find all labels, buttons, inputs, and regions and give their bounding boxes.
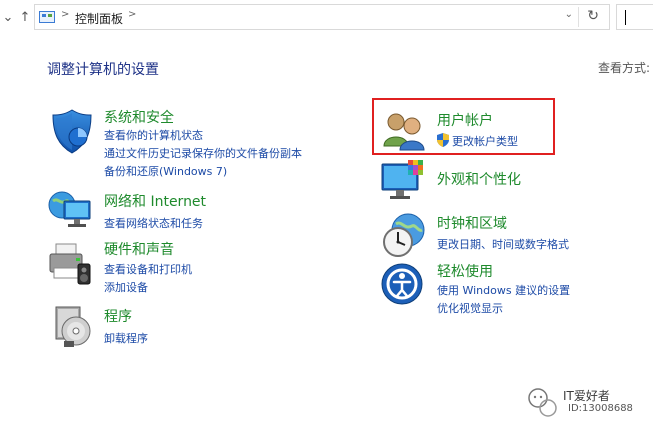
link-optimize-visual-display[interactable]: 优化视觉显示 <box>437 300 503 316</box>
recent-locations-button[interactable]: ⌄ <box>0 9 16 25</box>
category-hardware-sound-title[interactable]: 硬件和声音 <box>104 239 174 259</box>
up-button[interactable]: ↑ <box>17 9 33 25</box>
control-panel-icon <box>39 11 55 23</box>
network-globe-icon[interactable] <box>46 187 94 235</box>
link-file-history-backup[interactable]: 通过文件历史记录保存你的文件备份副本 <box>104 145 302 161</box>
address-field[interactable]: > 控制面板 > ⌄ ↻ <box>34 4 610 30</box>
refresh-icon[interactable]: ↻ <box>587 8 599 24</box>
divider <box>578 7 579 27</box>
watermark-logo-icon <box>528 388 557 417</box>
link-view-devices-printers[interactable]: 查看设备和打印机 <box>104 261 192 277</box>
appearance-monitor-icon[interactable] <box>380 158 428 206</box>
address-bar: ⌄ ↑ > 控制面板 > ⌄ ↻ <box>0 0 653 36</box>
link-view-computer-status[interactable]: 查看你的计算机状态 <box>104 127 203 143</box>
page-title: 调整计算机的设置 <box>47 62 159 78</box>
text-caret <box>625 10 626 25</box>
link-view-network-status[interactable]: 查看网络状态和任务 <box>104 215 203 231</box>
breadcrumb-control-panel[interactable]: 控制面板 <box>75 10 123 27</box>
chevron-down-icon: ⌄ <box>2 9 14 25</box>
shield-icon[interactable] <box>48 107 96 155</box>
category-user-accounts-title[interactable]: 用户帐户 <box>437 110 493 130</box>
address-history-chevron-icon[interactable]: ⌄ <box>565 9 573 20</box>
category-system-security-title[interactable]: 系统和安全 <box>104 107 174 127</box>
view-by-label: 查看方式: <box>598 61 651 75</box>
watermark-name: IT爱好者 <box>563 389 610 403</box>
printer-icon[interactable] <box>46 240 94 288</box>
category-network-internet-title[interactable]: 网络和 Internet <box>104 191 206 211</box>
watermark-id: ID:13008688 <box>568 403 633 414</box>
search-input[interactable] <box>616 4 653 30</box>
category-programs-title[interactable]: 程序 <box>104 306 132 326</box>
programs-disc-icon[interactable] <box>52 303 100 351</box>
link-add-device[interactable]: 添加设备 <box>104 279 148 295</box>
link-uninstall-program[interactable]: 卸载程序 <box>104 330 148 346</box>
breadcrumb-separator[interactable]: > <box>61 9 69 20</box>
link-change-account-type[interactable]: 更改帐户类型 <box>452 133 518 149</box>
clock-globe-icon[interactable] <box>380 210 428 258</box>
category-clock-region-title[interactable]: 时钟和区域 <box>437 213 507 233</box>
user-accounts-icon[interactable] <box>380 106 428 154</box>
ease-of-access-icon[interactable] <box>380 262 428 310</box>
uac-shield-icon <box>437 133 449 147</box>
breadcrumb-separator[interactable]: > <box>128 9 136 20</box>
category-appearance-title[interactable]: 外观和个性化 <box>437 169 521 189</box>
link-backup-restore[interactable]: 备份和还原(Windows 7) <box>104 163 227 179</box>
category-ease-of-access-title[interactable]: 轻松使用 <box>437 261 493 281</box>
arrow-up-icon: ↑ <box>19 9 31 25</box>
link-change-date-time-format[interactable]: 更改日期、时间或数字格式 <box>437 236 569 252</box>
link-use-windows-recommended-settings[interactable]: 使用 Windows 建议的设置 <box>437 282 570 298</box>
